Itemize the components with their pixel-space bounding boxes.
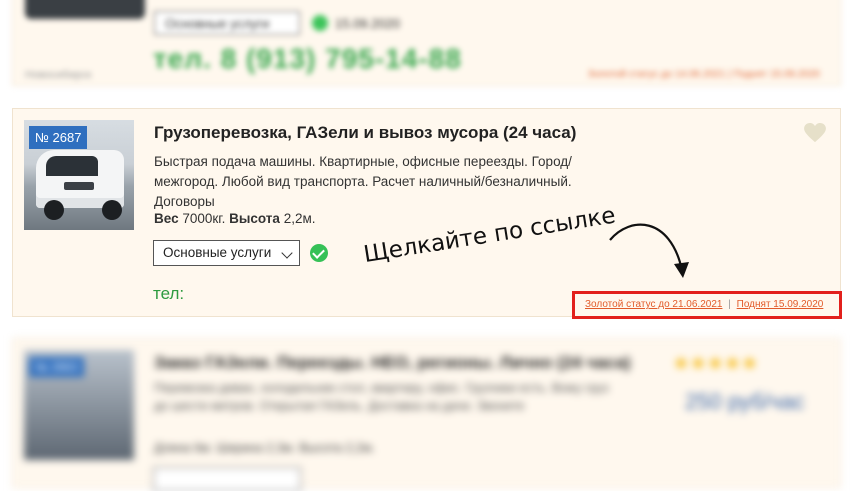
- listing-number-badge: № 2687: [29, 126, 88, 149]
- listing-title[interactable]: Заказ ГАЗели. Переезды. НЕО, регионы. Ли…: [154, 353, 631, 373]
- services-dropdown-value: Основные услуги: [163, 245, 272, 260]
- listing-number-badge: № 2663: [29, 357, 84, 377]
- services-dropdown[interactable]: [153, 467, 301, 491]
- listing-photo[interactable]: [25, 0, 145, 19]
- services-dropdown[interactable]: Основные услуги: [154, 11, 300, 35]
- listing-photo[interactable]: № 2687: [24, 120, 134, 230]
- curved-arrow-icon: [609, 223, 689, 278]
- listing-specs: Длина 6м. Ширина 2,3м. Высота 2,2м.: [154, 441, 376, 455]
- van-grille: [64, 182, 94, 190]
- verified-check-icon: [310, 244, 328, 262]
- status-links[interactable]: Золотой статус до 14.06.2021 | Поднят 15…: [588, 69, 820, 80]
- listing-description: Быстрая подача машины. Квартирные, офисн…: [154, 154, 572, 209]
- van-wheel: [102, 200, 122, 220]
- listing-card-bottom: № 2663 Заказ ГАЗели. Переезды. НЕО, реги…: [12, 338, 841, 491]
- highlight-frame: [572, 291, 842, 319]
- chevron-down-icon: [281, 247, 293, 259]
- favorite-heart-icon[interactable]: [804, 123, 826, 143]
- height-value: 2,2м.: [283, 211, 316, 226]
- listing-title[interactable]: Грузоперевозка, ГАЗели и вывоз мусора (2…: [154, 123, 576, 143]
- listing-card-top: Основные услуги 15.09.2020 тел. 8 (913) …: [12, 0, 841, 86]
- height-label: Высота: [229, 211, 280, 226]
- city-label: Новосибирск: [25, 69, 92, 81]
- services-dropdown[interactable]: Основные услуги: [153, 240, 300, 266]
- listing-description: Перевозка диван, холодильник стол, кварт…: [154, 381, 609, 413]
- weight-label: Вес: [154, 211, 179, 226]
- phone-number[interactable]: тел. 8 (913) 795-14-88: [153, 43, 462, 75]
- verified-icon: [312, 15, 328, 31]
- listing-specs: Вес 7000кг. Высота 2,2м.: [154, 211, 316, 226]
- listing-card-main: № 2687 Грузоперевозка, ГАЗели и вывоз му…: [12, 108, 841, 317]
- listing-date: 15.09.2020: [335, 16, 401, 31]
- van-windshield: [46, 156, 98, 176]
- van-wheel: [44, 200, 64, 220]
- weight-value: 7000кг.: [182, 211, 226, 226]
- listing-price: 250 руб/час: [685, 389, 805, 414]
- rating-stars-icon: ★★★★★: [673, 353, 759, 373]
- phone-label[interactable]: тел:: [153, 284, 184, 304]
